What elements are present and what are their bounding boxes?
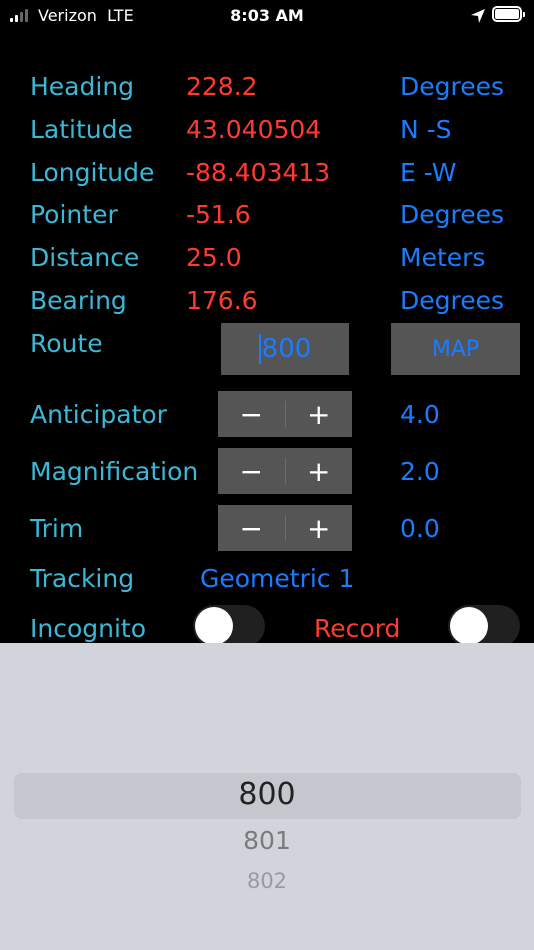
trim-label: Trim [30, 514, 84, 543]
tracking-label: Tracking [30, 564, 135, 593]
latitude-label: Latitude [30, 115, 133, 144]
bearing-value: 176.6 [186, 286, 258, 315]
status-bar: Verizon LTE 8:03 AM [0, 0, 534, 32]
magnification-value: 2.0 [400, 457, 440, 486]
anticipator-decrement-button[interactable]: − [218, 391, 285, 437]
toggle-knob [450, 607, 488, 645]
picker-option-selected[interactable]: 800 [0, 777, 534, 812]
latitude-unit: N -S [400, 115, 452, 144]
trim-stepper: − + [218, 505, 352, 551]
pointer-unit: Degrees [400, 200, 505, 229]
battery-icon [492, 6, 525, 22]
longitude-unit: E -W [400, 158, 457, 187]
anticipator-stepper: − + [218, 391, 352, 437]
toggle-knob [195, 607, 233, 645]
route-label: Route [30, 329, 103, 358]
trim-decrement-button[interactable]: − [218, 505, 285, 551]
incognito-label: Incognito [30, 614, 147, 643]
heading-label: Heading [30, 72, 135, 101]
latitude-value: 43.040504 [186, 115, 322, 144]
text-cursor [258, 334, 261, 364]
heading-unit: Degrees [400, 72, 505, 101]
anticipator-value: 4.0 [400, 400, 440, 429]
route-input-value: 800 [261, 334, 312, 364]
magnification-label: Magnification [30, 457, 199, 486]
incognito-toggle[interactable] [193, 605, 265, 647]
route-picker[interactable]: 800 801 802 [0, 643, 534, 950]
heading-value: 228.2 [186, 72, 258, 101]
longitude-label: Longitude [30, 158, 155, 187]
map-button[interactable]: MAP [391, 323, 520, 375]
status-time: 8:03 AM [230, 6, 304, 25]
longitude-value: -88.403413 [186, 158, 331, 187]
distance-label: Distance [30, 243, 140, 272]
magnification-decrement-button[interactable]: − [218, 448, 285, 494]
location-arrow-icon [471, 9, 485, 23]
magnification-increment-button[interactable]: + [286, 448, 353, 494]
route-input[interactable]: 800 [221, 323, 349, 375]
picker-option[interactable]: 801 [0, 826, 534, 855]
distance-value: 25.0 [186, 243, 242, 272]
record-label: Record [314, 614, 401, 643]
trim-increment-button[interactable]: + [286, 505, 353, 551]
picker-option[interactable]: 802 [0, 869, 534, 893]
magnification-stepper: − + [218, 448, 352, 494]
record-toggle[interactable] [448, 605, 520, 647]
trim-value: 0.0 [400, 514, 440, 543]
pointer-label: Pointer [30, 200, 118, 229]
bearing-label: Bearing [30, 286, 127, 315]
tracking-mode-button[interactable]: Geometric 1 [200, 564, 354, 593]
anticipator-increment-button[interactable]: + [286, 391, 353, 437]
anticipator-label: Anticipator [30, 400, 167, 429]
distance-unit: Meters [400, 243, 486, 272]
pointer-value: -51.6 [186, 200, 251, 229]
bearing-unit: Degrees [400, 286, 505, 315]
